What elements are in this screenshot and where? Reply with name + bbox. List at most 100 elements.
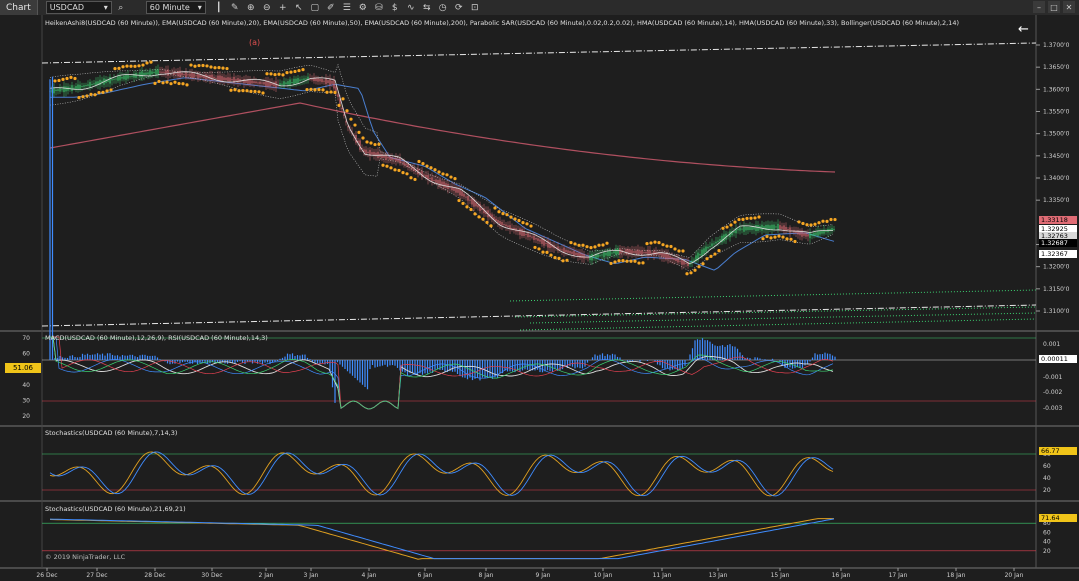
candle-body — [145, 72, 147, 75]
candle-body — [367, 151, 369, 154]
sar-dot — [445, 173, 449, 177]
sar-dot — [377, 142, 381, 146]
drawing-tool-icon[interactable]: ✐ — [324, 1, 338, 14]
candle-body — [475, 202, 477, 207]
candle-body — [561, 249, 563, 251]
template-icon[interactable]: ☰ — [340, 1, 354, 14]
candle-body — [521, 229, 523, 236]
sar-dot — [425, 164, 429, 168]
candle-body — [719, 239, 721, 242]
candle-body — [565, 249, 567, 253]
candle-body — [401, 161, 403, 163]
candle-body — [707, 246, 709, 249]
scroll-icon[interactable]: ⇆ — [420, 1, 434, 14]
candle-body — [187, 74, 189, 76]
timeframe-icon[interactable]: ◷ — [436, 1, 450, 14]
candle-body — [95, 81, 97, 86]
chart-trader-icon[interactable]: $ — [388, 1, 402, 14]
chart-tab[interactable]: Chart — [0, 0, 38, 15]
rsi-tick-label: 30 — [22, 397, 30, 404]
candle-body — [435, 179, 437, 183]
sar-dot — [405, 172, 409, 176]
candle-body — [753, 226, 755, 230]
indicators-icon[interactable]: ∿ — [404, 1, 418, 14]
bar-chart-icon[interactable]: ┃ — [212, 1, 226, 14]
time-tick-label: 3 Jan — [304, 572, 319, 579]
stoch-slow-tick-label: 20 — [1043, 548, 1051, 555]
candle-body — [787, 229, 789, 231]
stoch-slow-label: Stochastics(USDCAD (60 Minute),21,69,21) — [45, 505, 186, 513]
candle-body — [253, 81, 255, 83]
strategy-icon[interactable]: ⛁ — [372, 1, 386, 14]
candle-body — [209, 75, 211, 80]
candle-body — [321, 78, 323, 83]
candle-body — [535, 238, 537, 240]
sar-dot — [465, 205, 469, 209]
candle-body — [329, 78, 331, 86]
maximize-icon[interactable]: □ — [1048, 1, 1060, 13]
candle-body — [395, 157, 397, 162]
sar-dot — [305, 87, 309, 92]
sar-dot — [501, 212, 505, 216]
candle-body — [115, 78, 117, 80]
sar-dot — [137, 64, 141, 68]
sar-dot — [557, 256, 561, 260]
pencil-icon[interactable]: ✎ — [228, 1, 242, 14]
candle-body — [331, 80, 333, 84]
candle-body — [701, 249, 703, 257]
sar-dot — [649, 241, 653, 245]
search-icon[interactable]: ⌕ — [114, 1, 128, 14]
chart-toolbar: Chart USDCAD ▾ ⌕ 60 Minute ▾ ┃ ✎ ⊕ ⊖ + ↖… — [0, 0, 1079, 16]
properties-icon[interactable]: ⚙ — [356, 1, 370, 14]
sar-dot — [101, 90, 105, 95]
zoom-out-icon[interactable]: ⊖ — [260, 1, 274, 14]
candle-body — [439, 179, 441, 187]
back-arrow-icon[interactable]: ← — [1018, 22, 1029, 37]
candle-body — [155, 69, 157, 75]
candle-body — [777, 223, 779, 230]
sar-dot — [165, 80, 169, 84]
sar-dot — [441, 172, 445, 176]
sync-icon[interactable]: ⟳ — [452, 1, 466, 14]
candle-body — [459, 188, 461, 196]
candle-body — [653, 250, 655, 256]
candle-body — [571, 251, 573, 254]
candle-body — [121, 76, 123, 79]
sar-dot — [97, 91, 101, 95]
price-tick-label: 1.3350'0 — [1043, 197, 1070, 204]
candle-body — [225, 77, 227, 81]
candle-body — [669, 255, 671, 260]
crosshair-icon[interactable]: + — [276, 1, 290, 14]
pointer-icon[interactable]: ↖ — [292, 1, 306, 14]
candle-body — [297, 78, 299, 84]
zoom-in-icon[interactable]: ⊕ — [244, 1, 258, 14]
close-icon[interactable]: ✕ — [1063, 1, 1075, 13]
sar-dot — [109, 88, 113, 92]
timeframe-selector[interactable]: 60 Minute ▾ — [145, 1, 206, 14]
candle-body — [183, 74, 185, 76]
chevron-down-icon: ▾ — [197, 3, 202, 12]
candle-body — [677, 258, 679, 263]
chart-canvas[interactable]: 1.3700'0 1.3650'0 1.3600'0 1.3550'0 1.3500'0… — [0, 15, 1079, 581]
minimize-icon[interactable]: – — [1033, 1, 1045, 13]
sar-dot — [249, 89, 253, 93]
sar-dot — [293, 69, 297, 74]
instrument-selector[interactable]: USDCAD ▾ — [45, 1, 112, 14]
candle-body — [747, 226, 749, 231]
sar-dot — [133, 64, 137, 68]
sar-dot — [809, 223, 813, 227]
candle-body — [631, 250, 633, 254]
time-tick-label: 17 Jan — [889, 572, 908, 579]
sar-dot — [669, 244, 673, 249]
sar-dot — [773, 235, 777, 239]
candle-body — [593, 256, 595, 258]
candle-body — [345, 121, 347, 123]
lock-icon[interactable]: ⊡ — [468, 1, 482, 14]
sar-dot — [189, 63, 193, 67]
sar-dot — [73, 76, 77, 81]
data-box-icon[interactable]: ▢ — [308, 1, 322, 14]
candle-body — [113, 78, 115, 80]
candle-body — [117, 76, 119, 81]
candle-body — [737, 228, 739, 231]
macd-tick-label: -0.003 — [1043, 405, 1063, 412]
